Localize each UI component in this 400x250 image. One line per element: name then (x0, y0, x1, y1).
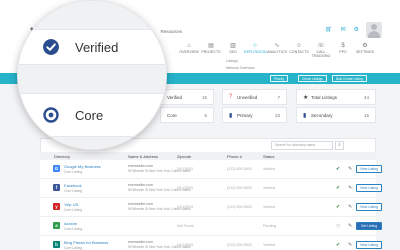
menu-settings[interactable]: ⚙ SETTINGS (354, 42, 376, 58)
yelp-logo-icon: y (53, 203, 60, 210)
edit-icon[interactable]: ✎ (348, 242, 352, 248)
question-icon: ? (229, 94, 233, 100)
phone-icon: ☏ (317, 43, 325, 49)
contacts-icon: ☺ (295, 43, 303, 49)
check-circle-icon (43, 39, 59, 55)
header-name-address[interactable]: Name & Address (128, 154, 158, 159)
stat-primary[interactable]: ▮ Primary 23 (222, 107, 287, 123)
menu-projects[interactable]: ▤ PROJECTS (200, 42, 222, 58)
table-row: b Bing Places for Business Core Listing … (40, 236, 382, 250)
clock-icon: ◷ (336, 223, 341, 229)
header-status[interactable]: Status (263, 154, 274, 159)
submenu-listings[interactable]: Listings (226, 58, 254, 65)
main-menu: ⌂ OVERVIEW ▤ PROJECTS ▥ SEO ☆ REPUTATION ∿ AN… (178, 42, 376, 58)
analytics-icon: ∿ (274, 43, 280, 49)
avatar[interactable] (366, 22, 382, 38)
gear-icon: ⚙ (362, 43, 368, 49)
priority-button[interactable]: Priority (270, 75, 288, 82)
menu-seo[interactable]: ▥ SEO (222, 42, 244, 58)
table-row: f Facebook Core Listing exemseller.com 9… (40, 179, 382, 198)
star-icon: ☆ (252, 43, 258, 49)
check-icon: ✔ (336, 204, 341, 210)
bing-logo-icon: b (53, 241, 60, 248)
stat-secondary[interactable]: ▮ Secondary 15 (296, 107, 376, 123)
table-header: Directory Name & Address Zipcode Phone #… (40, 152, 376, 160)
folder-icon: ▤ (208, 43, 214, 49)
acxiom-logo-icon: a (53, 222, 60, 229)
check-icon: ✔ (336, 242, 341, 248)
facebook-logo-icon: f (53, 184, 60, 191)
view-listing-button[interactable]: View Listing (356, 203, 382, 211)
check-icon: ✔ (336, 185, 341, 191)
table-row: G Google My Business Core Listing exemse… (40, 160, 382, 179)
dollar-icon: $ (341, 43, 345, 49)
stat-unverified[interactable]: ? Unverified 7 (222, 89, 287, 105)
bulk-create-listing-button[interactable]: Bulk Create Listing (332, 75, 367, 82)
magnified-verified-card: Verified (18, 29, 166, 65)
menu-analytics[interactable]: ∿ ANALYTICS (266, 42, 288, 58)
menu-contacts[interactable]: ☺ CONTACTS (288, 42, 310, 58)
magnified-core-card: Core (18, 93, 166, 137)
menu-reputation[interactable]: ☆ REPUTATION (244, 42, 267, 58)
menu-overview[interactable]: ⌂ OVERVIEW (178, 42, 200, 58)
settings-icon[interactable]: ⚙ (354, 26, 359, 33)
magnifier-callout: Verified Core (17, 0, 167, 150)
chart-icon: ▥ (230, 43, 236, 49)
home-icon: ⌂ (187, 43, 191, 49)
check-listings-button[interactable]: Check Listings (298, 75, 327, 82)
google-logo-icon: G (53, 165, 60, 172)
view-listing-button[interactable]: View Listing (356, 165, 382, 173)
target-icon (43, 107, 59, 123)
chart-icon: ▮ (303, 113, 307, 119)
header-zipcode[interactable]: Zipcode (177, 154, 191, 159)
edit-icon[interactable]: ✎ (348, 223, 352, 229)
table-row: a Acxiom Core Listing Not Found Pending … (40, 217, 382, 236)
menu-ppc[interactable]: $ PPC (332, 42, 354, 58)
directory-search-input[interactable]: Search for directory name (271, 141, 333, 150)
header-directory[interactable]: Directory (54, 154, 70, 159)
view-listing-button[interactable]: View Listing (356, 184, 382, 192)
view-listing-button[interactable]: View Listing (356, 241, 382, 249)
header-phone[interactable]: Phone # (227, 154, 242, 159)
mail-icon[interactable]: ✉ (341, 26, 346, 33)
get-listing-button[interactable]: Get Listing (356, 222, 382, 230)
cart-icon[interactable]: 🛒︎ (325, 26, 333, 33)
submenu-network-overview[interactable]: Network Overview (226, 65, 254, 72)
edit-icon[interactable]: ✎ (348, 185, 352, 191)
table-row: y Yelp US Core Listing exemseller.com 99… (40, 198, 382, 217)
header-icons: 🛒︎ ✉ ⚙ (325, 26, 359, 33)
stat-core[interactable]: Core 6 (160, 107, 214, 123)
star-icon: ★ (303, 95, 309, 101)
stat-total-listings[interactable]: ★ Total Listings 44 (296, 89, 376, 105)
app-window: ◆ Tools Resources 🛒︎ ✉ ⚙ ⌂OVERVIEW ▤PROJ… (0, 0, 400, 250)
edit-icon[interactable]: ✎ (348, 204, 352, 210)
check-icon: ✔ (336, 166, 341, 172)
search-icon[interactable]: ⌕ (335, 141, 344, 150)
stat-verified[interactable]: Verified 15 (160, 89, 214, 105)
edit-icon[interactable]: ✎ (348, 166, 352, 172)
chart-icon: ▮ (229, 113, 233, 119)
menu-call-tracking[interactable]: ☏ CALL TRACKING (310, 42, 332, 58)
